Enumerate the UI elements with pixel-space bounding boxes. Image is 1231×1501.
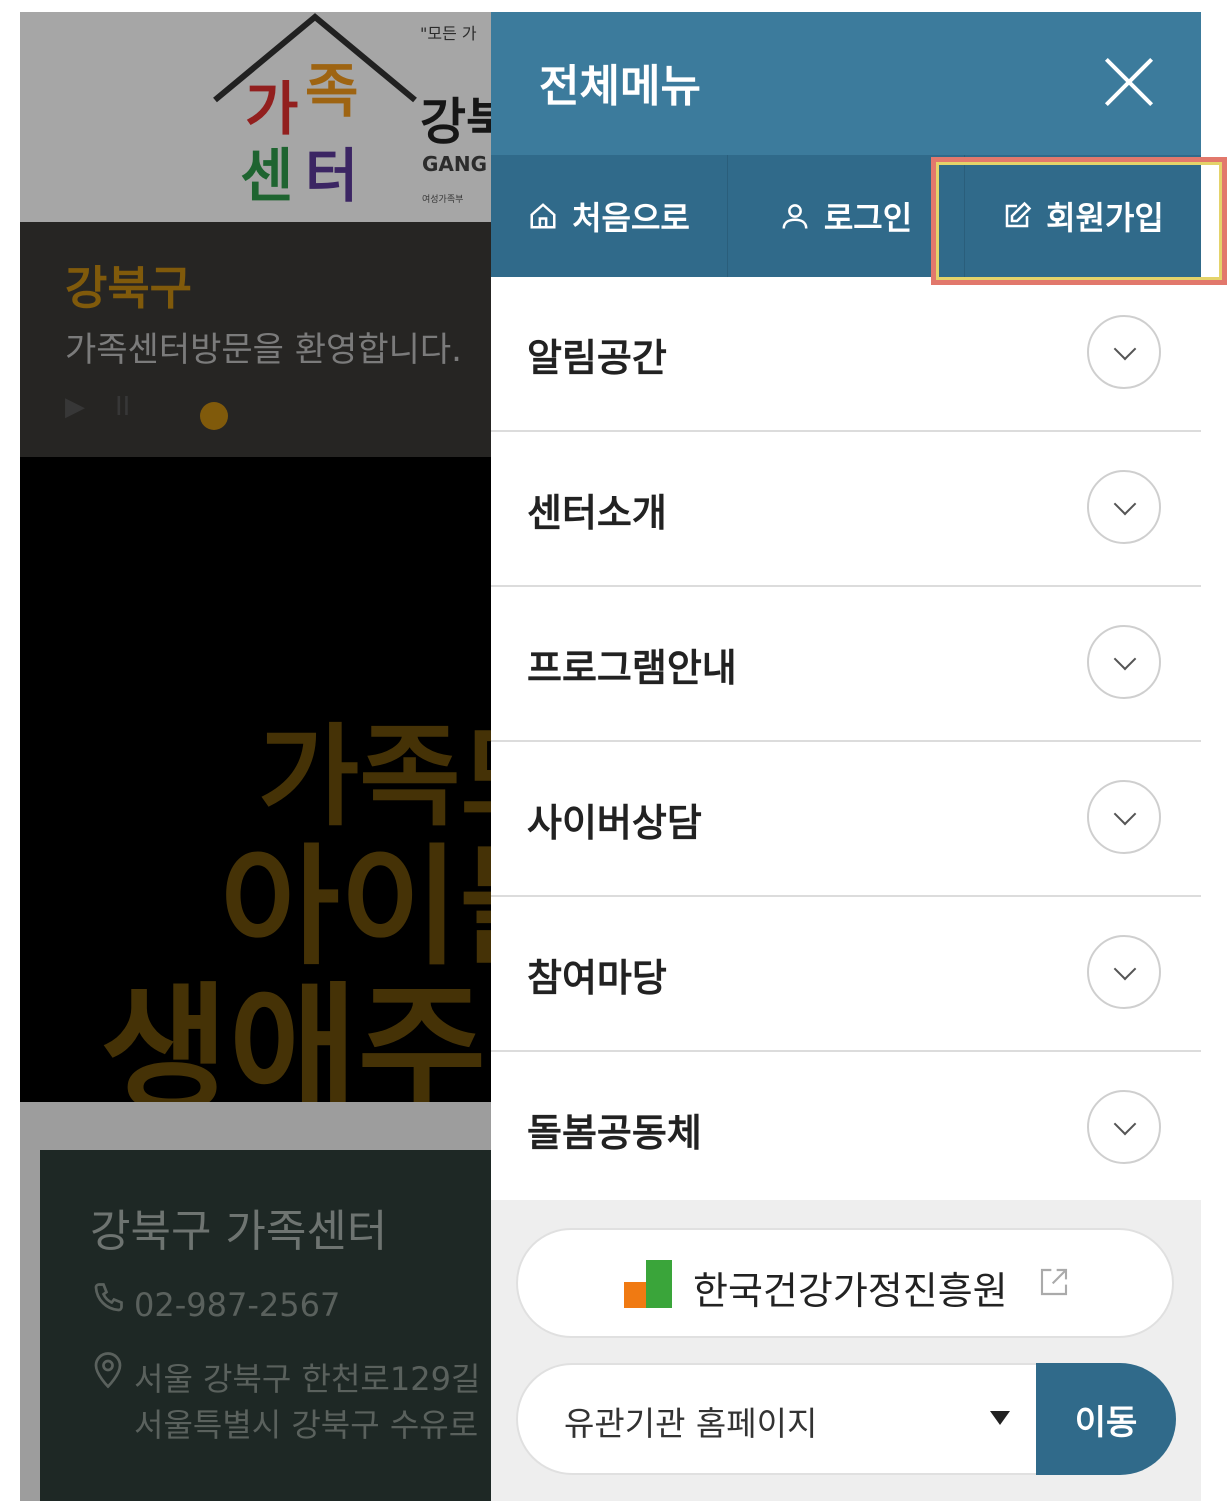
chevron-down-icon[interactable]	[1087, 625, 1161, 699]
kihf-logo-icon	[624, 1260, 672, 1308]
menu-item-participation[interactable]: 참여마당	[491, 897, 1201, 1052]
signup-label: 회원가입	[1046, 199, 1164, 237]
menu-item-programs[interactable]: 프로그램안내	[491, 587, 1201, 742]
menu-item-label: 알림공간	[527, 336, 667, 380]
related-sites-selected-value: 유관기관 홈페이지	[564, 1404, 818, 1443]
user-icon	[780, 201, 810, 231]
menu-item-center-intro[interactable]: 센터소개	[491, 432, 1201, 587]
home-icon	[528, 201, 558, 231]
all-menu-panel: 전체메뉴 처음으로 로그인 회원가입 알림공간 센터소개 프로그램안내 사이버상…	[491, 12, 1201, 1501]
quick-nav: 처음으로 로그인 회원가입	[491, 155, 1201, 277]
go-button[interactable]: 이동	[1036, 1363, 1176, 1475]
home-label: 처음으로	[572, 199, 690, 237]
kihf-label: 한국건강가정진흥원	[693, 1269, 1008, 1313]
signup-button[interactable]: 회원가입	[965, 155, 1201, 277]
related-sites-select[interactable]: 유관기관 홈페이지	[516, 1363, 1036, 1475]
close-icon[interactable]	[1099, 52, 1159, 112]
menu-item-label: 센터소개	[527, 491, 667, 535]
menu-list: 알림공간 센터소개 프로그램안내 사이버상담 참여마당 돌봄공동체	[491, 277, 1201, 1207]
caret-down-icon	[990, 1411, 1010, 1425]
chevron-down-icon[interactable]	[1087, 935, 1161, 1009]
chevron-down-icon[interactable]	[1087, 470, 1161, 544]
home-button[interactable]: 처음으로	[491, 155, 728, 277]
menu-item-label: 프로그램안내	[527, 646, 737, 690]
external-link-icon	[1040, 1268, 1068, 1296]
login-label: 로그인	[823, 199, 913, 237]
menu-item-notice[interactable]: 알림공간	[491, 277, 1201, 432]
chevron-down-icon[interactable]	[1087, 1090, 1161, 1164]
menu-item-label: 참여마당	[527, 956, 667, 1000]
menu-footer: 한국건강가정진흥원 유관기관 홈페이지 이동	[491, 1200, 1201, 1501]
kihf-link-button[interactable]: 한국건강가정진흥원	[516, 1228, 1174, 1338]
login-button[interactable]: 로그인	[728, 155, 965, 277]
menu-item-label: 사이버상담	[527, 801, 702, 845]
menu-header: 전체메뉴	[491, 12, 1201, 155]
chevron-down-icon[interactable]	[1087, 780, 1161, 854]
menu-item-label: 돌봄공동체	[527, 1111, 702, 1155]
menu-item-care-community[interactable]: 돌봄공동체	[491, 1052, 1201, 1207]
chevron-down-icon[interactable]	[1087, 315, 1161, 389]
menu-item-cyber-counseling[interactable]: 사이버상담	[491, 742, 1201, 897]
edit-icon	[1002, 201, 1032, 231]
menu-title: 전체메뉴	[539, 61, 701, 112]
